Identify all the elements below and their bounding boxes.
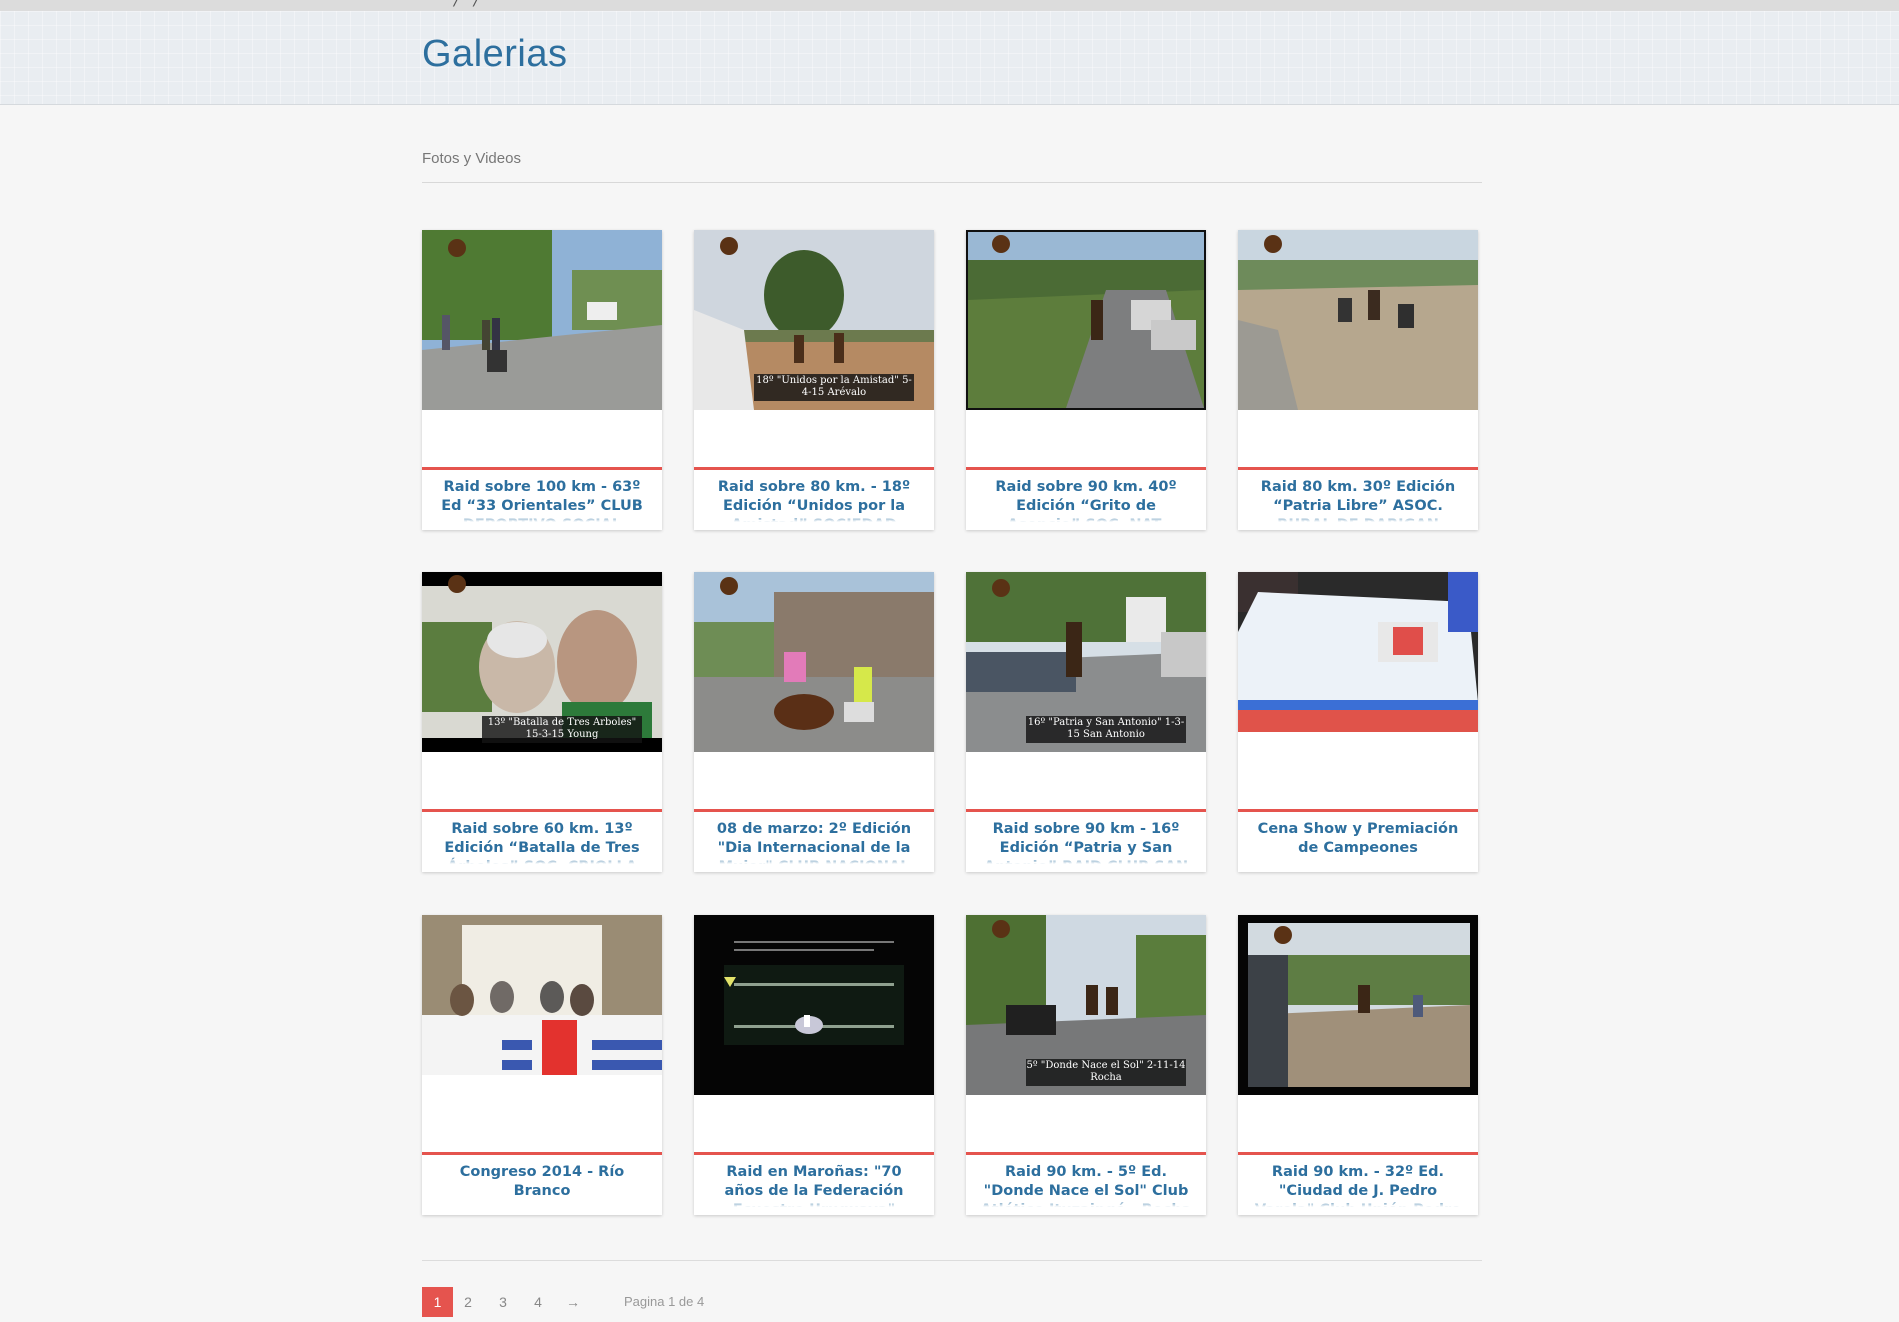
- gallery-thumbnail[interactable]: 13º "Batalla de Tres Arboles" 15-3-15 Yo…: [422, 572, 662, 752]
- thumbnail-caption: 18º "Unidos por la Amistad" 5-4-15 Aréva…: [754, 374, 914, 401]
- card-separator: [422, 809, 662, 812]
- card-separator: [966, 1152, 1206, 1155]
- page-link-4[interactable]: 4: [523, 1287, 553, 1317]
- gallery-thumbnail[interactable]: [694, 915, 934, 1095]
- card-separator: [422, 1152, 662, 1155]
- gallery-card[interactable]: Raid 90 km. - 32º Ed. "Ciudad de J. Pedr…: [1238, 915, 1478, 1215]
- thumbnail-caption: 16º "Patria y San Antonio" 1-3-15 San An…: [1026, 716, 1186, 743]
- card-title-link[interactable]: Raid 80 km. 30º Edición “Patria Libre” A…: [1250, 478, 1466, 522]
- pagination-divider: [422, 1260, 1482, 1261]
- gallery-card[interactable]: 08 de marzo: 2º Edición "Dia Internacion…: [694, 572, 934, 872]
- card-title-link[interactable]: Raid 90 km. - 5º Ed. "Donde Nace el Sol"…: [978, 1163, 1194, 1207]
- thumbnail-caption: 5º "Donde Nace el Sol" 2-11-14 Rocha: [1026, 1059, 1186, 1086]
- thumbnail-image: [1238, 915, 1478, 1095]
- page-link-1[interactable]: 1: [422, 1287, 453, 1317]
- card-title-link[interactable]: Raid sobre 80 km. - 18º Edición “Unidos …: [706, 478, 922, 522]
- card-title-link[interactable]: Raid sobre 90 km. 40º Edición “Grito de …: [978, 478, 1194, 522]
- card-title-link[interactable]: Raid sobre 100 km - 63º Ed “33 Orientale…: [434, 478, 650, 522]
- gallery-thumbnail[interactable]: [1238, 915, 1478, 1095]
- card-title-link[interactable]: Cena Show y Premiación de Campeones: [1250, 820, 1466, 864]
- thumbnail-image: [1238, 572, 1478, 732]
- gallery-card[interactable]: 18º "Unidos por la Amistad" 5-4-15 Aréva…: [694, 230, 934, 530]
- card-separator: [966, 467, 1206, 470]
- card-separator: [966, 809, 1206, 812]
- section-label: Fotos y Videos: [422, 150, 521, 167]
- gallery-thumbnail[interactable]: [422, 230, 662, 410]
- card-title-link[interactable]: Raid sobre 60 km. 13º Edición “Batalla d…: [434, 820, 650, 864]
- gallery-card[interactable]: Raid sobre 100 km - 63º Ed “33 Orientale…: [422, 230, 662, 530]
- gallery-card[interactable]: 13º "Batalla de Tres Arboles" 15-3-15 Yo…: [422, 572, 662, 872]
- gallery-thumbnail[interactable]: 16º "Patria y San Antonio" 1-3-15 San An…: [966, 572, 1206, 752]
- section-header: Fotos y Videos: [422, 150, 1482, 183]
- card-title-link[interactable]: Congreso 2014 - Río Branco: [434, 1163, 650, 1207]
- page-header: Galerias: [0, 11, 1899, 105]
- card-separator: [694, 467, 934, 470]
- gallery-card[interactable]: Raid 80 km. 30º Edición “Patria Libre” A…: [1238, 230, 1478, 530]
- card-title-link[interactable]: Raid 90 km. - 32º Ed. "Ciudad de J. Pedr…: [1250, 1163, 1466, 1207]
- gallery-card[interactable]: Raid sobre 90 km. 40º Edición “Grito de …: [966, 230, 1206, 530]
- next-page-arrow-icon[interactable]: →: [558, 1287, 588, 1317]
- gallery-grid: Raid sobre 100 km - 63º Ed “33 Orientale…: [422, 230, 1482, 1215]
- gallery-thumbnail[interactable]: [966, 230, 1206, 410]
- thumbnail-image: [422, 230, 662, 410]
- card-separator: [694, 1152, 934, 1155]
- pagination-info: Pagina 1 de 4: [624, 1294, 705, 1309]
- card-title-link[interactable]: Raid en Maroñas: "70 años de la Federaci…: [706, 1163, 922, 1207]
- gallery-thumbnail[interactable]: [1238, 572, 1478, 732]
- thumbnail-image: [966, 230, 1206, 410]
- thumbnail-image: [694, 572, 934, 752]
- card-separator: [1238, 1152, 1478, 1155]
- thumbnail-caption: 13º "Batalla de Tres Arboles" 15-3-15 Yo…: [482, 716, 642, 743]
- card-separator: [694, 809, 934, 812]
- card-separator: [1238, 467, 1478, 470]
- gallery-card[interactable]: Raid en Maroñas: "70 años de la Federaci…: [694, 915, 934, 1215]
- gallery-card[interactable]: 5º "Donde Nace el Sol" 2-11-14 Rocha Rai…: [966, 915, 1206, 1215]
- gallery-card[interactable]: Congreso 2014 - Río Branco: [422, 915, 662, 1215]
- section-divider: [422, 182, 1482, 183]
- gallery-thumbnail[interactable]: 18º "Unidos por la Amistad" 5-4-15 Aréva…: [694, 230, 934, 410]
- site-logo-fragment: ᐧ ∕ ᐧ ∕: [445, 0, 565, 9]
- page-link-3[interactable]: 3: [488, 1287, 518, 1317]
- gallery-thumbnail[interactable]: [694, 572, 934, 752]
- gallery-thumbnail[interactable]: [422, 915, 662, 1075]
- gallery-card[interactable]: 16º "Patria y San Antonio" 1-3-15 San An…: [966, 572, 1206, 872]
- thumbnail-image: [694, 915, 934, 1095]
- thumbnail-image: [1238, 230, 1478, 410]
- card-title-link[interactable]: Raid sobre 90 km - 16º Edición “Patria y…: [978, 820, 1194, 864]
- card-separator: [1238, 809, 1478, 812]
- page-link-2[interactable]: 2: [453, 1287, 483, 1317]
- gallery-card[interactable]: Cena Show y Premiación de Campeones: [1238, 572, 1478, 872]
- gallery-thumbnail[interactable]: [1238, 230, 1478, 410]
- card-title-link[interactable]: 08 de marzo: 2º Edición "Dia Internacion…: [706, 820, 922, 864]
- card-separator: [422, 467, 662, 470]
- thumbnail-image: [422, 915, 662, 1075]
- page-title: Galerias: [422, 33, 568, 75]
- top-bar: ᐧ ∕ ᐧ ∕: [0, 0, 1899, 11]
- gallery-thumbnail[interactable]: 5º "Donde Nace el Sol" 2-11-14 Rocha: [966, 915, 1206, 1095]
